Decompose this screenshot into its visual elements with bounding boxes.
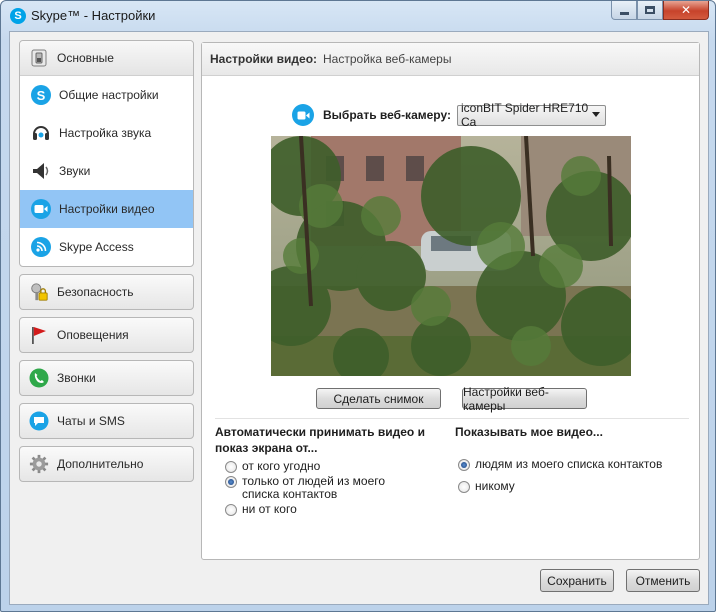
panel-subtitle: Настройка веб-камеры <box>323 52 452 66</box>
sidebar-section-label: Дополнительно <box>57 457 144 471</box>
auto-accept-option-contacts[interactable]: только от людей из моего списка контакто… <box>225 475 425 501</box>
webcam-label: Выбрать веб-камеру: <box>323 108 451 122</box>
webcam-selected-value: iconBIT Spider HRE710 Ca <box>460 101 589 129</box>
phone-icon <box>29 368 49 388</box>
sidebar-item-video-settings[interactable]: Настройки видео <box>20 190 193 228</box>
webcam-select-row: Выбрать веб-камеру: iconBIT Spider HRE71… <box>292 101 606 129</box>
section-divider <box>215 418 689 419</box>
radio-label: людям из моего списка контактов <box>475 457 663 471</box>
headset-icon <box>31 123 51 143</box>
sidebar-general-group: Основные S Общие настройки Настройка зву… <box>19 40 194 267</box>
sidebar-section-label: Чаты и SMS <box>57 414 125 428</box>
sidebar-item-label: Настройка звука <box>59 126 152 140</box>
panel-header: Настройки видео: Настройка веб-камеры <box>202 43 699 76</box>
window-controls: ✕ <box>611 1 709 21</box>
settings-window: S Skype™ - Настройки ✕ Основные S Общие … <box>0 0 716 612</box>
radio-label: никому <box>475 479 515 493</box>
sidebar-item-label: Настройки видео <box>59 202 155 216</box>
show-video-option-nobody[interactable]: никому <box>458 480 515 493</box>
radio-label: от кого угодно <box>242 459 321 473</box>
sidebar-item-sounds[interactable]: Звуки <box>20 152 193 190</box>
gear-icon <box>29 454 49 474</box>
sidebar-header-label: Основные <box>57 51 114 65</box>
close-button[interactable]: ✕ <box>663 1 709 20</box>
maximize-button[interactable] <box>637 1 663 20</box>
show-video-title: Показывать мое видео... <box>455 425 603 439</box>
camera-icon <box>31 199 51 219</box>
radio-button[interactable] <box>225 461 237 473</box>
close-icon: ✕ <box>680 3 692 17</box>
switch-icon <box>29 48 49 68</box>
auto-accept-option-nobody[interactable]: ни от кого <box>225 503 297 516</box>
take-snapshot-button[interactable]: Сделать снимок <box>316 388 441 409</box>
sidebar-item-calls[interactable]: Звонки <box>19 360 194 396</box>
sidebar-item-skype-access[interactable]: Skype Access <box>20 228 193 266</box>
minimize-button[interactable] <box>611 1 637 20</box>
sidebar-header-general[interactable]: Основные <box>20 41 193 76</box>
webcam-icon <box>292 104 314 126</box>
sidebar-item-label: Звуки <box>59 164 91 178</box>
speaker-icon <box>31 161 51 181</box>
auto-accept-title: Автоматически принимать видео и показ эк… <box>215 425 425 455</box>
radio-button[interactable] <box>225 504 237 516</box>
radio-label: ни от кого <box>242 502 297 516</box>
cancel-button[interactable]: Отменить <box>626 569 700 592</box>
sidebar-item-general-settings[interactable]: S Общие настройки <box>20 76 193 114</box>
chevron-down-icon <box>591 111 600 117</box>
sidebar-item-notifications[interactable]: Оповещения <box>19 317 194 353</box>
save-button[interactable]: Сохранить <box>540 569 614 592</box>
skype-logo-icon: S <box>10 8 26 24</box>
webcam-preview <box>271 136 631 376</box>
client-area: Основные S Общие настройки Настройка зву… <box>9 31 709 605</box>
webcam-settings-button[interactable]: Настройки веб-камеры <box>462 385 587 413</box>
radio-button[interactable] <box>458 459 470 471</box>
panel-title: Настройки видео: <box>210 52 318 66</box>
sidebar-item-label: Общие настройки <box>59 88 159 102</box>
lock-icon <box>29 282 49 302</box>
sidebar-section-label: Безопасность <box>57 285 134 299</box>
auto-accept-option-anyone[interactable]: от кого угодно <box>225 460 320 473</box>
minimize-icon <box>619 12 629 15</box>
chat-icon <box>29 411 49 431</box>
sidebar-item-audio-settings[interactable]: Настройка звука <box>20 114 193 152</box>
maximize-icon <box>645 6 655 14</box>
radio-label: только от людей из моего списка контакто… <box>242 474 386 501</box>
sidebar-section-label: Звонки <box>57 371 96 385</box>
webcam-dropdown[interactable]: iconBIT Spider HRE710 Ca <box>456 101 606 129</box>
sidebar-section-label: Оповещения <box>57 328 129 342</box>
video-settings-panel: Настройки видео: Настройка веб-камеры Вы… <box>201 42 700 560</box>
skype-icon: S <box>31 85 51 105</box>
wifi-icon <box>31 237 51 257</box>
sidebar-item-advanced[interactable]: Дополнительно <box>19 446 194 482</box>
radio-button[interactable] <box>458 481 470 493</box>
sidebar-item-security[interactable]: Безопасность <box>19 274 194 310</box>
show-video-option-contacts[interactable]: людям из моего списка контактов <box>458 458 662 471</box>
flag-icon <box>29 325 49 345</box>
radio-button[interactable] <box>225 476 237 488</box>
title-bar[interactable]: S Skype™ - Настройки ✕ <box>1 1 715 31</box>
sidebar-item-label: Skype Access <box>59 240 134 254</box>
window-title: Skype™ - Настройки <box>31 8 156 23</box>
sidebar-item-chats-sms[interactable]: Чаты и SMS <box>19 403 194 439</box>
